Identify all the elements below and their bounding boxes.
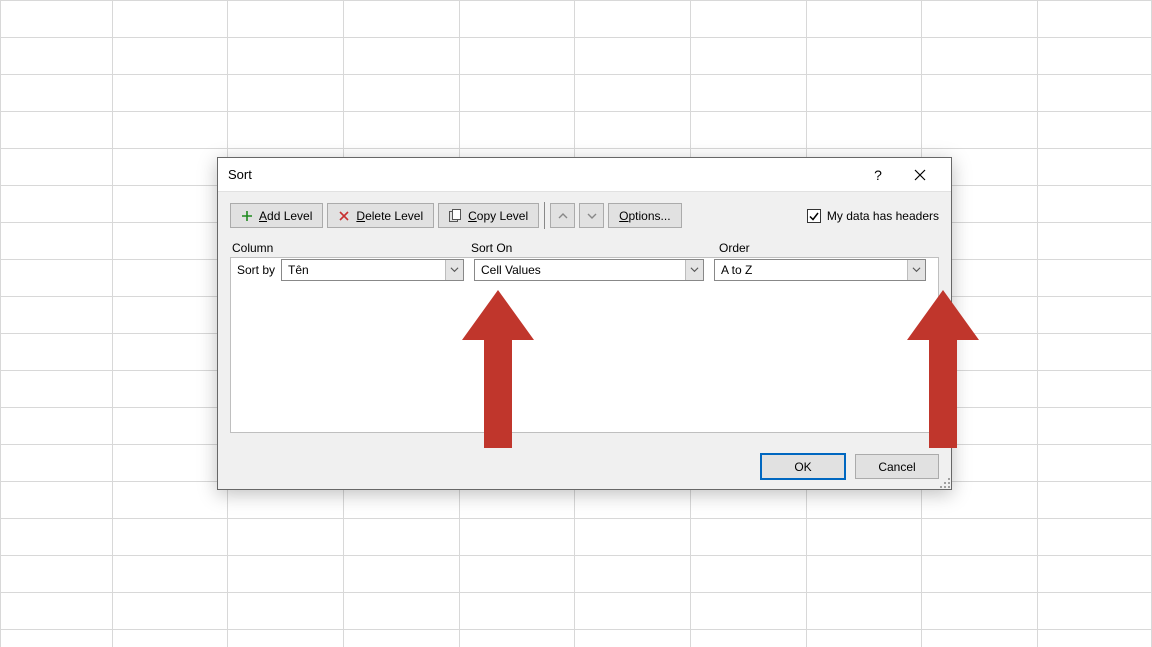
header-column: Column: [232, 241, 471, 255]
header-order: Order: [719, 241, 937, 255]
cancel-button[interactable]: Cancel: [855, 454, 939, 479]
headers-checkbox[interactable]: [807, 209, 821, 223]
sort-by-label: Sort by: [233, 263, 281, 277]
sort-dialog: Sort ? Add Level Delete Level Copy Level…: [217, 157, 952, 490]
toolbar: Add Level Delete Level Copy Level Option…: [218, 192, 951, 233]
plus-icon: [241, 210, 253, 222]
sort-by-dropdown-button[interactable]: [445, 260, 463, 280]
help-button[interactable]: ?: [857, 158, 899, 191]
sort-on-value: Cell Values: [475, 263, 685, 277]
move-up-button[interactable]: [550, 203, 575, 228]
dialog-footer: OK Cancel: [761, 454, 939, 479]
header-sort-on: Sort On: [471, 241, 719, 255]
move-down-button[interactable]: [579, 203, 604, 228]
copy-level-button[interactable]: Copy Level: [438, 203, 539, 228]
sort-rules-panel: Sort by Tên Cell Values A to Z: [230, 257, 939, 433]
x-icon: [338, 210, 350, 222]
chevron-down-icon: [587, 211, 597, 221]
headers-checkbox-group[interactable]: My data has headers: [807, 209, 939, 223]
options-label: Options...: [619, 209, 670, 223]
delete-level-label: Delete Level: [356, 209, 423, 223]
ok-button[interactable]: OK: [761, 454, 845, 479]
options-button[interactable]: Options...: [608, 203, 681, 228]
headers-checkbox-label: My data has headers: [827, 209, 939, 223]
order-value: A to Z: [715, 263, 907, 277]
sort-by-dropdown[interactable]: Tên: [281, 259, 464, 281]
sort-on-dropdown[interactable]: Cell Values: [474, 259, 704, 281]
close-button[interactable]: [899, 158, 941, 191]
copy-level-label: Copy Level: [468, 209, 528, 223]
add-level-label: Add Level: [259, 209, 312, 223]
order-dropdown-button[interactable]: [907, 260, 925, 280]
add-level-button[interactable]: Add Level: [230, 203, 323, 228]
delete-level-button[interactable]: Delete Level: [327, 203, 434, 228]
chevron-up-icon: [558, 211, 568, 221]
dialog-title: Sort: [228, 167, 252, 182]
sort-rule-row: Sort by Tên Cell Values A to Z: [231, 258, 938, 281]
chevron-down-icon: [450, 265, 459, 274]
copy-icon: [449, 209, 462, 222]
dialog-titlebar: Sort ?: [218, 158, 951, 192]
toolbar-separator: [544, 202, 545, 229]
sort-by-value: Tên: [282, 263, 445, 277]
sort-column-headers: Column Sort On Order: [218, 233, 951, 255]
check-icon: [808, 210, 820, 222]
chevron-down-icon: [912, 265, 921, 274]
chevron-down-icon: [690, 265, 699, 274]
sort-on-dropdown-button[interactable]: [685, 260, 703, 280]
close-icon: [914, 169, 926, 181]
order-dropdown[interactable]: A to Z: [714, 259, 926, 281]
resize-grip[interactable]: [939, 477, 951, 489]
